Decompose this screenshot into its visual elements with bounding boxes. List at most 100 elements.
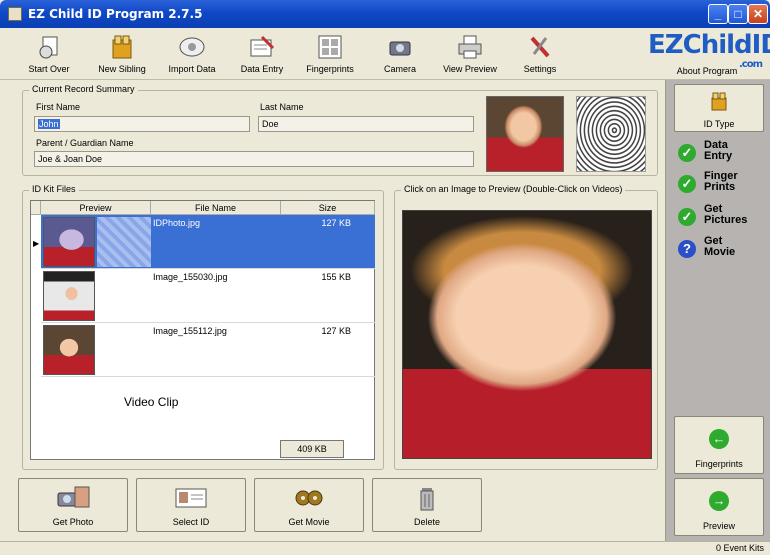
- column-header-size[interactable]: Size: [281, 201, 375, 215]
- camera-button[interactable]: Camera: [374, 30, 426, 78]
- column-header-file-name[interactable]: File Name: [151, 201, 281, 215]
- import-data-label: Import Data: [168, 64, 216, 74]
- check-icon: ✓: [678, 175, 696, 193]
- title-bar: EZ Child ID Program 2.7.5 _ □ ✕: [0, 0, 770, 28]
- view-preview-button[interactable]: View Preview: [440, 30, 500, 78]
- files-table: Preview File Name Size ▶ IDPhoto.jpg 127…: [30, 200, 375, 460]
- settings-icon: [530, 36, 550, 58]
- trash-icon: [420, 488, 434, 511]
- guardian-name-label: Parent / Guardian Name: [36, 138, 134, 148]
- row-file-name: Image_155030.jpg: [153, 272, 228, 282]
- about-program-button[interactable]: EZChildID .com About Program: [648, 30, 770, 76]
- data-entry-icon: [250, 35, 275, 57]
- film-reel-icon: [295, 490, 323, 506]
- first-name-value: John: [38, 119, 60, 129]
- row-file-size: 127 KB: [321, 218, 351, 228]
- event-kits-count: 0 Event Kits: [715, 543, 764, 553]
- fingerprints-nav-button[interactable]: ← Fingerprints: [674, 416, 764, 474]
- video-clip-label[interactable]: Video Clip: [124, 395, 178, 409]
- id-kit-files-legend: ID Kit Files: [29, 184, 79, 194]
- sibling-icon: [112, 35, 132, 59]
- preview-nav-button[interactable]: → Preview: [674, 478, 764, 536]
- id-card-icon: [175, 488, 207, 508]
- fingerprints-icon: [318, 35, 342, 59]
- minimize-button[interactable]: _: [708, 4, 728, 24]
- status-bar: 0 Event Kits: [0, 541, 770, 555]
- total-size: 409 KB: [280, 440, 344, 458]
- family-icon: [711, 92, 727, 111]
- about-program-label: About Program: [676, 66, 738, 76]
- select-id-button[interactable]: Select ID: [136, 478, 246, 532]
- record-summary-legend: Current Record Summary: [29, 84, 138, 94]
- logo: EZChildID .com: [648, 30, 770, 70]
- column-header-preview[interactable]: Preview: [41, 201, 151, 215]
- fingerprint-thumbnail[interactable]: [576, 96, 646, 172]
- check-icon: ✓: [678, 208, 696, 226]
- delete-label: Delete: [413, 517, 440, 527]
- get-movie-label: Get Movie: [288, 517, 330, 527]
- new-sibling-button[interactable]: New Sibling: [94, 30, 150, 78]
- row-file-size: 155 KB: [321, 272, 351, 282]
- preview-nav-label: Preview: [702, 521, 735, 531]
- row-file-name: IDPhoto.jpg: [153, 218, 201, 228]
- first-name-field[interactable]: John: [34, 116, 250, 132]
- table-row[interactable]: IDPhoto.jpg 127 KB: [41, 215, 375, 269]
- preview-legend: Click on an Image to Preview (Double-Cli…: [401, 184, 626, 194]
- import-data-icon: [179, 37, 205, 57]
- arrow-left-icon: ←: [709, 429, 729, 449]
- current-row-indicator-icon: ▶: [33, 239, 40, 248]
- view-preview-label: View Preview: [443, 64, 497, 74]
- step-data-entry: ✓ Data Entry: [678, 140, 768, 166]
- fingerprints-button[interactable]: Fingerprints: [300, 30, 360, 78]
- step-get-movie: ? Get Movie: [678, 236, 768, 262]
- camera-icon: [389, 41, 411, 56]
- camera-photo-icon: [57, 486, 90, 508]
- row-file-size: 127 KB: [321, 326, 351, 336]
- table-row[interactable]: Image_155112.jpg 127 KB: [41, 323, 375, 377]
- arrow-right-icon: →: [709, 491, 729, 511]
- question-icon: ?: [678, 240, 696, 258]
- row-preview-thumbnail: [43, 271, 95, 321]
- row-file-name: Image_155112.jpg: [153, 326, 227, 336]
- id-type-label: ID Type: [703, 119, 735, 129]
- image-preview[interactable]: [402, 210, 652, 459]
- start-over-label: Start Over: [28, 64, 70, 74]
- last-name-field[interactable]: Doe: [258, 116, 474, 132]
- select-id-label: Select ID: [172, 517, 210, 527]
- data-entry-label: Data Entry: [240, 64, 284, 74]
- start-over-icon: [39, 36, 58, 59]
- window-title: EZ Child ID Program 2.7.5: [28, 7, 203, 21]
- id-type-button[interactable]: ID Type: [674, 84, 764, 132]
- settings-label: Settings: [523, 64, 557, 74]
- toolbar: Start Over New Sibling Import Data Data …: [0, 28, 770, 80]
- get-photo-button[interactable]: Get Photo: [18, 478, 128, 532]
- close-button[interactable]: ✕: [748, 4, 768, 24]
- check-icon: ✓: [678, 144, 696, 162]
- delete-button[interactable]: Delete: [372, 478, 482, 532]
- printer-icon: [458, 35, 482, 59]
- app-icon: [8, 7, 22, 21]
- get-movie-button[interactable]: Get Movie: [254, 478, 364, 532]
- table-row[interactable]: Image_155030.jpg 155 KB: [41, 269, 375, 323]
- row-preview-placeholder: [97, 217, 151, 267]
- step-get-pictures: ✓ Get Pictures: [678, 204, 768, 230]
- start-over-button[interactable]: Start Over: [24, 30, 74, 78]
- guardian-name-field[interactable]: Joe & Joan Doe: [34, 151, 474, 167]
- first-name-label: First Name: [36, 102, 81, 112]
- step-finger-prints: ✓ Finger Prints: [678, 171, 768, 197]
- row-preview-thumbnail: [43, 325, 95, 375]
- new-sibling-label: New Sibling: [98, 64, 146, 74]
- row-preview-thumbnail: [43, 217, 95, 267]
- fingerprints-nav-label: Fingerprints: [695, 459, 743, 469]
- get-photo-label: Get Photo: [52, 517, 94, 527]
- maximize-button[interactable]: □: [728, 4, 748, 24]
- fingerprints-label: Fingerprints: [306, 64, 354, 74]
- id-photo-thumbnail[interactable]: [486, 96, 564, 172]
- row-header-corner: [31, 201, 41, 215]
- camera-label: Camera: [383, 64, 416, 74]
- settings-button[interactable]: Settings: [514, 30, 566, 78]
- import-data-button[interactable]: Import Data: [164, 30, 220, 78]
- last-name-label: Last Name: [260, 102, 304, 112]
- data-entry-button[interactable]: Data Entry: [234, 30, 290, 78]
- sidebar: ID Type ✓ Data Entry ✓ Finger Prints ✓ Get…: [665, 80, 770, 541]
